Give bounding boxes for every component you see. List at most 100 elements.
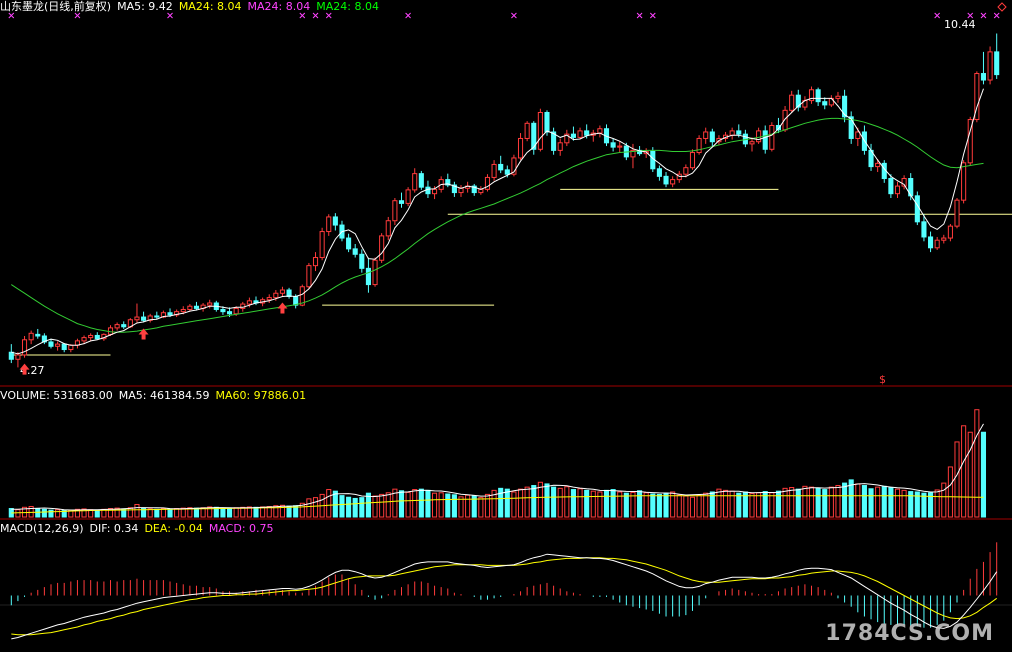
volume-bar	[352, 497, 358, 518]
candle-body	[749, 141, 755, 145]
candle-body	[372, 259, 378, 286]
volume-bar	[458, 496, 464, 518]
stock-chart-window: 山东墨龙(日线,前复权) MA5: 9.42 MA24: 8.04 MA24: 8.0…	[0, 0, 1012, 652]
candle-body	[114, 324, 120, 329]
candle-body	[994, 51, 1000, 76]
candle-body	[822, 101, 828, 106]
volume-bar	[756, 492, 762, 518]
volume-bar	[961, 425, 967, 518]
volume-bar	[312, 497, 319, 518]
candle-body	[432, 188, 438, 195]
candle-body	[610, 142, 616, 148]
candle-body	[48, 341, 54, 347]
volume-bar	[127, 507, 133, 518]
volume-bar	[346, 496, 352, 518]
candle-body	[55, 343, 61, 347]
candle-body	[875, 162, 881, 168]
volume-bar	[134, 503, 140, 518]
candle-body	[557, 142, 563, 151]
volume-bar	[511, 491, 517, 518]
candle-body	[656, 168, 662, 177]
candle-body	[365, 267, 371, 286]
volume-bar	[875, 486, 881, 518]
volume-bar	[689, 496, 696, 518]
top-marker-icon	[980, 12, 987, 19]
volume-bar	[729, 490, 735, 518]
top-marker-icon	[167, 12, 173, 19]
candle-body	[961, 162, 967, 201]
volume-bar	[716, 488, 722, 518]
candle-body	[577, 130, 583, 138]
candle-body	[418, 173, 424, 188]
candle-body	[954, 199, 960, 227]
candle-body	[663, 175, 669, 185]
candle-body	[709, 131, 715, 143]
volume-bar	[48, 509, 54, 518]
candle-body	[193, 305, 200, 309]
volume-bar	[55, 509, 61, 518]
volume-bar	[822, 489, 828, 518]
candle-body	[504, 169, 510, 175]
candle-body	[412, 173, 418, 191]
candle-body	[180, 308, 186, 313]
volume-bar	[570, 489, 576, 518]
candle-body	[8, 351, 14, 360]
volume-bar	[782, 487, 788, 518]
volume-bar	[749, 493, 755, 518]
candle-body	[141, 316, 147, 321]
candle-body	[352, 248, 358, 255]
top-marker-icon	[511, 12, 517, 19]
candle-body	[279, 289, 286, 294]
volume-bar	[412, 489, 418, 518]
volume-bar	[656, 493, 662, 518]
candle-body	[670, 179, 676, 185]
candle-body	[491, 163, 497, 178]
candle-body	[980, 73, 987, 81]
candle-body	[789, 94, 795, 111]
volume-bar	[842, 482, 848, 518]
volume-bar	[643, 492, 649, 518]
candle-body	[570, 133, 576, 138]
candle-body	[597, 128, 603, 134]
candle-body	[689, 152, 696, 169]
volume-bar	[828, 486, 834, 518]
volume-bar	[372, 495, 378, 518]
candle-body	[425, 186, 431, 195]
candle-body	[815, 89, 821, 103]
price-ma24-line	[11, 117, 984, 333]
candle-body	[934, 239, 940, 249]
candle-body	[273, 292, 279, 299]
volume-bar	[590, 490, 596, 518]
volume-bar	[504, 488, 510, 518]
volume-bar	[901, 489, 907, 518]
volume-bar	[775, 490, 782, 518]
volume-bar	[445, 493, 451, 518]
candle-body	[15, 354, 21, 360]
volume-bar	[974, 409, 980, 518]
volume-bar	[544, 483, 550, 518]
candle-body	[617, 145, 623, 148]
volume-bar	[808, 486, 815, 518]
candle-body	[544, 111, 550, 133]
volume-bar	[425, 489, 431, 518]
volume-bar	[339, 495, 345, 518]
volume-bar	[220, 507, 226, 518]
volume-bar	[722, 489, 729, 518]
volume-bar	[703, 492, 709, 518]
top-marker-icon	[636, 12, 643, 19]
candle-body	[947, 225, 953, 239]
volume-bar	[683, 495, 689, 518]
volume-bar	[451, 494, 457, 518]
volume-bar	[815, 487, 821, 518]
volume-bar	[603, 489, 610, 518]
volume-bar	[226, 508, 233, 518]
candle-body	[187, 305, 193, 310]
candle-body	[842, 95, 848, 118]
candle-body	[941, 237, 947, 241]
candle-body	[703, 131, 709, 139]
candle-body	[121, 324, 127, 328]
candle-body	[68, 344, 74, 351]
volume-bar	[524, 486, 530, 518]
volume-bar	[405, 491, 411, 518]
candle-body	[729, 130, 735, 136]
